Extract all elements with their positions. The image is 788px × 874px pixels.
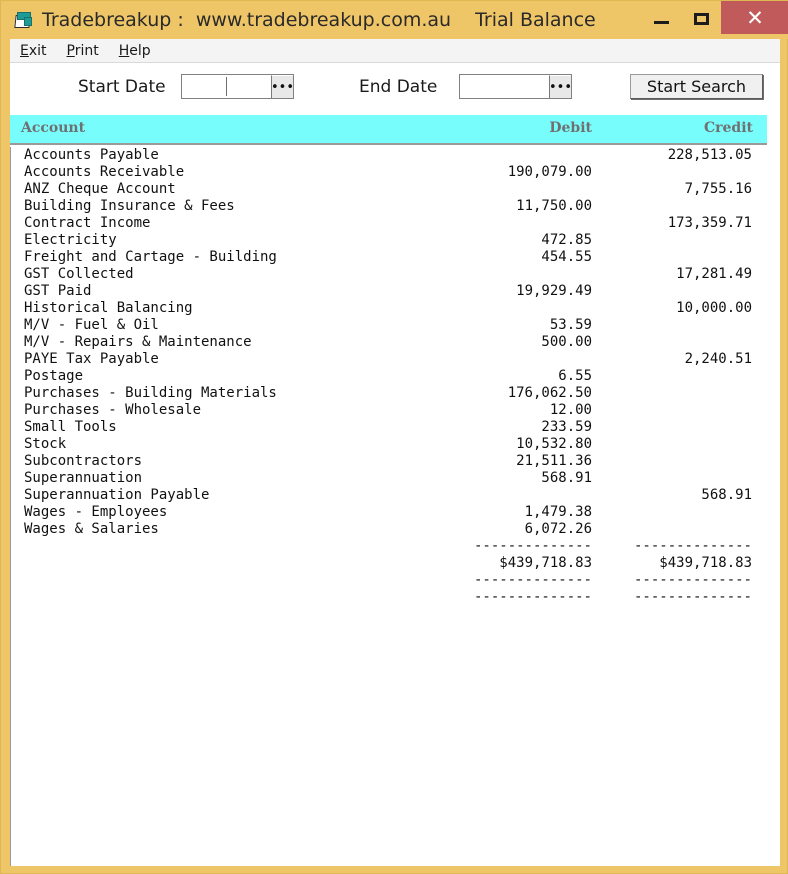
window-controls: ✕ <box>641 1 788 37</box>
cell-debit: 190,079.00 <box>507 164 592 180</box>
cell-debit: 10,532.80 <box>516 436 592 452</box>
start-date-segment-1[interactable] <box>182 75 226 98</box>
table-row[interactable]: Building Insurance & Fees 11,750.00 <box>11 198 780 215</box>
cell-debit: 11,750.00 <box>516 198 592 214</box>
cell-credit: 2,240.51 <box>684 351 752 367</box>
table-row[interactable]: Small Tools 233.59 <box>11 419 780 436</box>
menu-item-exit[interactable]: Exit <box>20 43 47 59</box>
table-row[interactable]: -------------- -------------- <box>11 538 780 555</box>
end-date-segment-1[interactable] <box>460 75 549 98</box>
start-date-label: Start Date <box>78 77 166 97</box>
menu-item-help[interactable]: Help <box>119 43 151 59</box>
table-row[interactable]: Freight and Cartage - Building 454.55 <box>11 249 780 266</box>
table-row[interactable]: PAYE Tax Payable 2,240.51 <box>11 351 780 368</box>
cell-credit: 173,359.71 <box>667 215 752 231</box>
table-row[interactable]: Wages & Salaries 6,072.26 <box>11 521 780 538</box>
menu-help-accel: H <box>118 42 130 59</box>
cell-credit: 568.91 <box>701 487 752 503</box>
cell-debit: 233.59 <box>541 419 592 435</box>
cell-credit: $439,718.83 <box>659 555 752 571</box>
minimize-icon <box>653 20 669 24</box>
start-date-segment-2[interactable] <box>227 75 271 98</box>
menu-print-rest: rint <box>74 42 99 59</box>
table-row[interactable]: $439,718.83 $439,718.83 <box>11 555 780 572</box>
end-date-field[interactable]: ••• <box>459 74 572 99</box>
menu-print-accel: P <box>66 42 75 59</box>
table-row[interactable]: ANZ Cheque Account 7,755.16 <box>11 181 780 198</box>
cell-debit: 568.91 <box>541 470 592 486</box>
column-header-credit[interactable]: Credit <box>10 120 753 136</box>
table-row[interactable]: Accounts Receivable 190,079.00 <box>11 164 780 181</box>
cell-debit: 500.00 <box>541 334 592 350</box>
maximize-icon <box>693 13 709 25</box>
menu-bar: Exit Print Help <box>10 39 780 63</box>
minimize-button[interactable] <box>641 1 681 37</box>
maximize-button[interactable] <box>681 1 721 37</box>
table-row[interactable]: Superannuation 568.91 <box>11 470 780 487</box>
cell-debit: 176,062.50 <box>507 385 592 401</box>
table-row[interactable]: Electricity 472.85 <box>11 232 780 249</box>
table-row[interactable]: -------------- -------------- <box>11 572 780 589</box>
cell-debit: 6,072.26 <box>524 521 592 537</box>
application-window: Tradebreakup : www.tradebreakup.com.au T… <box>0 0 788 874</box>
table-row[interactable]: Accounts Payable 228,513.05 <box>11 147 780 164</box>
cell-debit: 454.55 <box>541 249 592 265</box>
search-toolbar: Start Date ••• End Date ••• Start Search <box>10 64 780 114</box>
cell-debit: 53.59 <box>549 317 592 333</box>
menu-exit-rest: xit <box>28 42 47 59</box>
table-row[interactable]: M/V - Repairs & Maintenance 500.00 <box>11 334 780 351</box>
end-date-label: End Date <box>359 77 438 97</box>
table-column-header: Account Debit Credit <box>10 115 767 145</box>
table-row[interactable]: GST Collected 17,281.49 <box>11 266 780 283</box>
trial-balance-table: Accounts Payable 228,513.05 Accounts Recei… <box>10 147 780 866</box>
table-row[interactable]: GST Paid 19,929.49 <box>11 283 780 300</box>
table-row[interactable]: Stock 10,532.80 <box>11 436 780 453</box>
cell-debit: 6.55 <box>558 368 592 384</box>
cell-debit: 472.85 <box>541 232 592 248</box>
title-bar: Tradebreakup : www.tradebreakup.com.au T… <box>1 1 788 39</box>
cell-debit: 21,511.36 <box>516 453 592 469</box>
client-area: Exit Print Help Start Date ••• End Date … <box>10 39 780 866</box>
table-row[interactable]: Postage 6.55 <box>11 368 780 385</box>
cell-credit: -------------- <box>633 589 752 605</box>
table-row[interactable]: Contract Income 173,359.71 <box>11 215 780 232</box>
menu-help-rest: elp <box>129 42 151 59</box>
cell-credit: 17,281.49 <box>676 266 752 282</box>
table-row[interactable]: Purchases - Building Materials 176,062.50 <box>11 385 780 402</box>
cell-credit: -------------- <box>633 572 752 588</box>
close-button[interactable]: ✕ <box>721 1 788 34</box>
cell-debit: 12.00 <box>549 402 592 418</box>
table-row[interactable]: Subcontractors 21,511.36 <box>11 453 780 470</box>
table-row[interactable]: Wages - Employees 1,479.38 <box>11 504 780 521</box>
window-subtitle: Trial Balance <box>475 9 596 31</box>
start-date-field[interactable]: ••• <box>181 74 294 99</box>
cell-credit: -------------- <box>633 538 752 554</box>
cell-debit: 1,479.38 <box>524 504 592 520</box>
table-row[interactable]: M/V - Fuel & Oil 53.59 <box>11 317 780 334</box>
menu-item-print[interactable]: Print <box>67 43 99 59</box>
table-row[interactable]: -------------- -------------- <box>11 589 780 606</box>
window-title: Tradebreakup : www.tradebreakup.com.au <box>42 9 452 31</box>
table-row[interactable]: Superannuation Payable 568.91 <box>11 487 780 504</box>
end-date-browse-button[interactable]: ••• <box>549 75 572 98</box>
cell-debit: 19,929.49 <box>516 283 592 299</box>
table-row[interactable]: Historical Balancing 10,000.00 <box>11 300 780 317</box>
menu-exit-accel: E <box>20 42 29 59</box>
table-row[interactable]: Purchases - Wholesale 12.00 <box>11 402 780 419</box>
document-folder-icon <box>14 12 32 28</box>
cell-credit: 7,755.16 <box>684 181 752 197</box>
cell-credit: 228,513.05 <box>667 147 752 163</box>
start-search-button[interactable]: Start Search <box>630 74 763 99</box>
cell-credit: 10,000.00 <box>676 300 752 316</box>
start-date-browse-button[interactable]: ••• <box>271 75 294 98</box>
